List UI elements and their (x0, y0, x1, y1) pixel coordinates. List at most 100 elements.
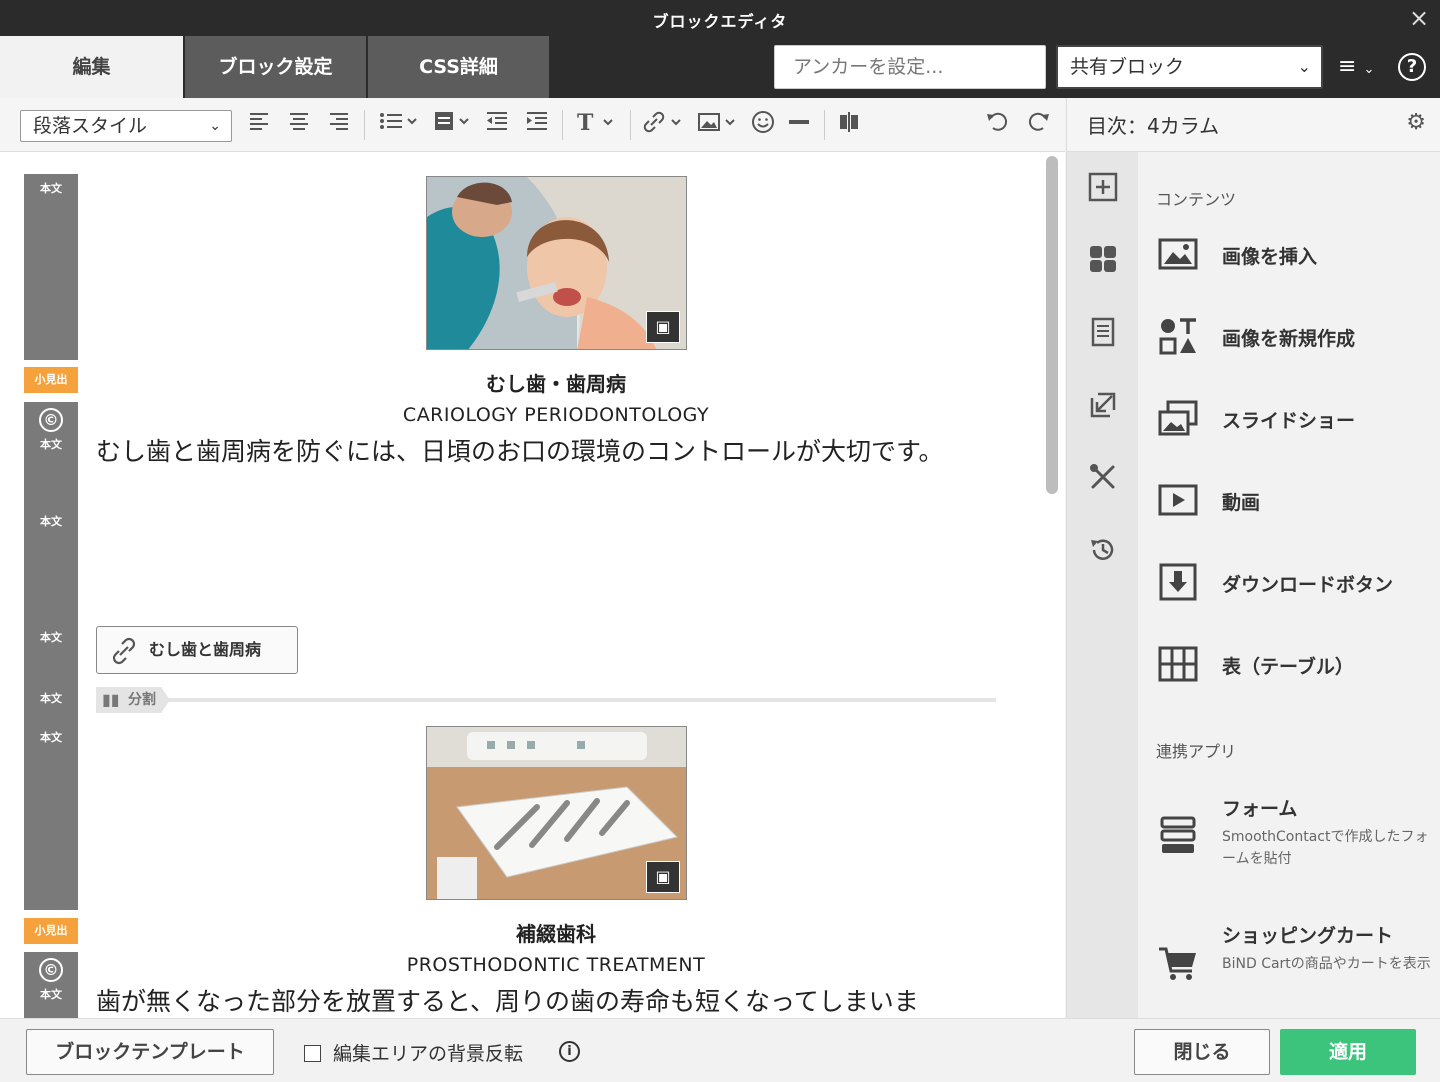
block1-heading[interactable]: むし歯・歯周病 (96, 368, 1016, 397)
gutter-label-body: 本文 (40, 182, 62, 195)
dental-child-image[interactable]: ▣ (426, 176, 687, 350)
editor-scrollbar[interactable] (1046, 156, 1058, 494)
form-app-item[interactable]: フォーム SmoothContactで作成したフォームを貼付 (1138, 792, 1440, 888)
apply-button[interactable]: 適用 (1280, 1029, 1416, 1075)
shopping-cart-label: ショッピングカート (1222, 925, 1394, 947)
toolbar-divider (562, 110, 563, 140)
tab-block-settings[interactable]: ブロック設定 (185, 36, 366, 98)
block1-body-text[interactable]: むし歯と歯周病を防ぐには、日頃のお口の環境のコントロールが大切です。 (96, 432, 1006, 471)
copyright-icon: © (39, 958, 63, 982)
block2-subtitle[interactable]: PROSTHODONTIC TREATMENT (96, 954, 1016, 976)
slideshow-icon (1158, 398, 1198, 438)
tab-edit[interactable]: 編集 (0, 36, 183, 98)
cart-icon (1158, 943, 1198, 983)
menu-button[interactable]: ≡ ⌄ (1338, 50, 1384, 84)
image-settings-icon[interactable]: ▣ (646, 861, 680, 893)
gutter-label-small-heading[interactable]: 小見出 (24, 367, 78, 393)
split-divider-tag[interactable]: ▮▮ 分割 (96, 687, 170, 713)
tools-icon[interactable] (1087, 462, 1119, 494)
info-icon[interactable]: i (559, 1041, 580, 1062)
block-gutter[interactable] (24, 402, 78, 910)
section-apps-title: 連携アプリ (1156, 742, 1237, 761)
block2-body-text[interactable]: 歯が無くなった部分を放置すると、周りの歯の寿命も短くなってしまいま (96, 982, 1006, 1018)
image-settings-icon[interactable]: ▣ (646, 311, 680, 343)
horizontal-rule-icon[interactable] (786, 110, 812, 138)
right-panel-header: 目次：4カラム ⚙ (1066, 98, 1440, 152)
gutter-label-body: 本文 (40, 631, 62, 644)
download-button-item[interactable]: ダウンロードボタン (1138, 552, 1440, 612)
image-icon (1158, 234, 1198, 274)
page-icon[interactable] (1087, 317, 1119, 349)
block-format-icon[interactable] (430, 110, 474, 138)
slideshow-item[interactable]: スライドショー (1138, 388, 1440, 448)
gutter-label-body: 本文 (40, 438, 62, 451)
indent-icon[interactable] (524, 110, 550, 138)
block2-heading[interactable]: 補綴歯科 (96, 918, 1016, 947)
add-block-icon[interactable] (1087, 172, 1119, 204)
parts-grid-icon[interactable] (1087, 244, 1119, 276)
slideshow-label: スライドショー (1222, 410, 1356, 432)
emoji-icon[interactable] (750, 110, 776, 138)
split-icon: ▮▮ (102, 690, 120, 709)
hamburger-icon: ≡ (1338, 54, 1357, 79)
outdent-icon[interactable] (484, 110, 510, 138)
gear-icon[interactable]: ⚙ (1406, 110, 1426, 135)
shared-block-value: 共有ブロック (1070, 56, 1185, 78)
close-button[interactable]: 閉じる (1134, 1029, 1270, 1075)
shared-block-select[interactable]: 共有ブロック ⌄ (1056, 45, 1323, 89)
window-title: ブロックエディタ (652, 12, 788, 31)
gutter-label-body: 本文 (40, 692, 62, 705)
gutter-label-small-heading[interactable]: 小見出 (24, 918, 78, 944)
split-icon[interactable] (836, 110, 862, 138)
block-gutter[interactable] (24, 174, 78, 360)
link-icon[interactable] (642, 110, 686, 138)
import-icon[interactable] (1087, 390, 1119, 422)
right-panel-rail (1066, 152, 1138, 1018)
invert-bg-checkbox[interactable] (304, 1045, 321, 1062)
download-button-label: ダウンロードボタン (1222, 574, 1394, 596)
invert-bg-label[interactable]: 編集エリアの背景反転 (333, 1039, 523, 1066)
form-app-desc: SmoothContactで作成したフォームを貼付 (1222, 829, 1429, 867)
link-icon (111, 627, 137, 690)
gutter-label-body: 本文 (40, 988, 62, 1001)
close-icon[interactable]: × (1406, 6, 1432, 32)
video-item[interactable]: 動画 (1138, 470, 1440, 530)
image-icon[interactable] (696, 110, 740, 138)
editor-toolbar: 段落スタイル ⌄ T (0, 98, 1065, 152)
anchor-input[interactable]: アンカーを設定... (774, 45, 1046, 89)
tab-bar: 編集 ブロック設定 CSS詳細 アンカーを設定... 共有ブロック ⌄ ≡ ⌄ … (0, 36, 1440, 98)
block1-link-button[interactable]: むし歯と歯周病 (96, 626, 298, 674)
undo-icon[interactable] (984, 110, 1012, 138)
shapes-icon (1158, 316, 1198, 356)
align-right-icon[interactable] (326, 110, 352, 138)
form-icon (1158, 816, 1198, 856)
video-label: 動画 (1222, 492, 1261, 514)
help-icon[interactable]: ? (1398, 53, 1426, 81)
block1-subtitle[interactable]: CARIOLOGY PERIODONTOLOGY (96, 404, 1016, 426)
chevron-down-icon: ⌄ (1297, 57, 1311, 76)
history-icon[interactable] (1087, 535, 1119, 567)
right-panel-list: コンテンツ 画像を挿入 画像を新規作成 スライドショー 動画 ダウンロードボタン (1138, 152, 1440, 1018)
text-format-icon[interactable]: T (574, 110, 618, 138)
block-template-button[interactable]: ブロックテンプレート (26, 1029, 274, 1075)
insert-image-item[interactable]: 画像を挿入 (1138, 224, 1440, 284)
list-icon[interactable] (376, 110, 420, 138)
copyright-icon: © (39, 408, 63, 432)
table-item[interactable]: 表（テーブル） (1138, 634, 1440, 694)
toolbar-divider (824, 110, 825, 140)
footer-bar: ブロックテンプレート 編集エリアの背景反転 i 閉じる 適用 (0, 1018, 1440, 1082)
block1-link-label: むし歯と歯周病 (149, 640, 262, 659)
paragraph-style-value: 段落スタイル (33, 115, 148, 137)
svg-text:T: T (577, 110, 594, 134)
split-label: 分割 (128, 692, 156, 708)
shopping-cart-desc: BiND Cartの商品やカートを表示 (1222, 956, 1431, 972)
shopping-cart-item[interactable]: ショッピングカート BiND Cartの商品やカートを表示 (1138, 919, 1440, 1015)
align-left-icon[interactable] (246, 110, 272, 138)
align-center-icon[interactable] (286, 110, 312, 138)
create-image-item[interactable]: 画像を新規作成 (1138, 306, 1440, 366)
editor-area[interactable]: 本文 小見出 © 本文 本文 本文 本文 本文 小見出 © 本文 ▣ むし歯・歯… (0, 152, 1065, 1018)
tab-css-detail[interactable]: CSS詳細 (368, 36, 549, 98)
redo-icon[interactable] (1024, 110, 1052, 138)
paragraph-style-select[interactable]: 段落スタイル ⌄ (20, 110, 232, 142)
dental-tools-image[interactable]: ▣ (426, 726, 687, 900)
